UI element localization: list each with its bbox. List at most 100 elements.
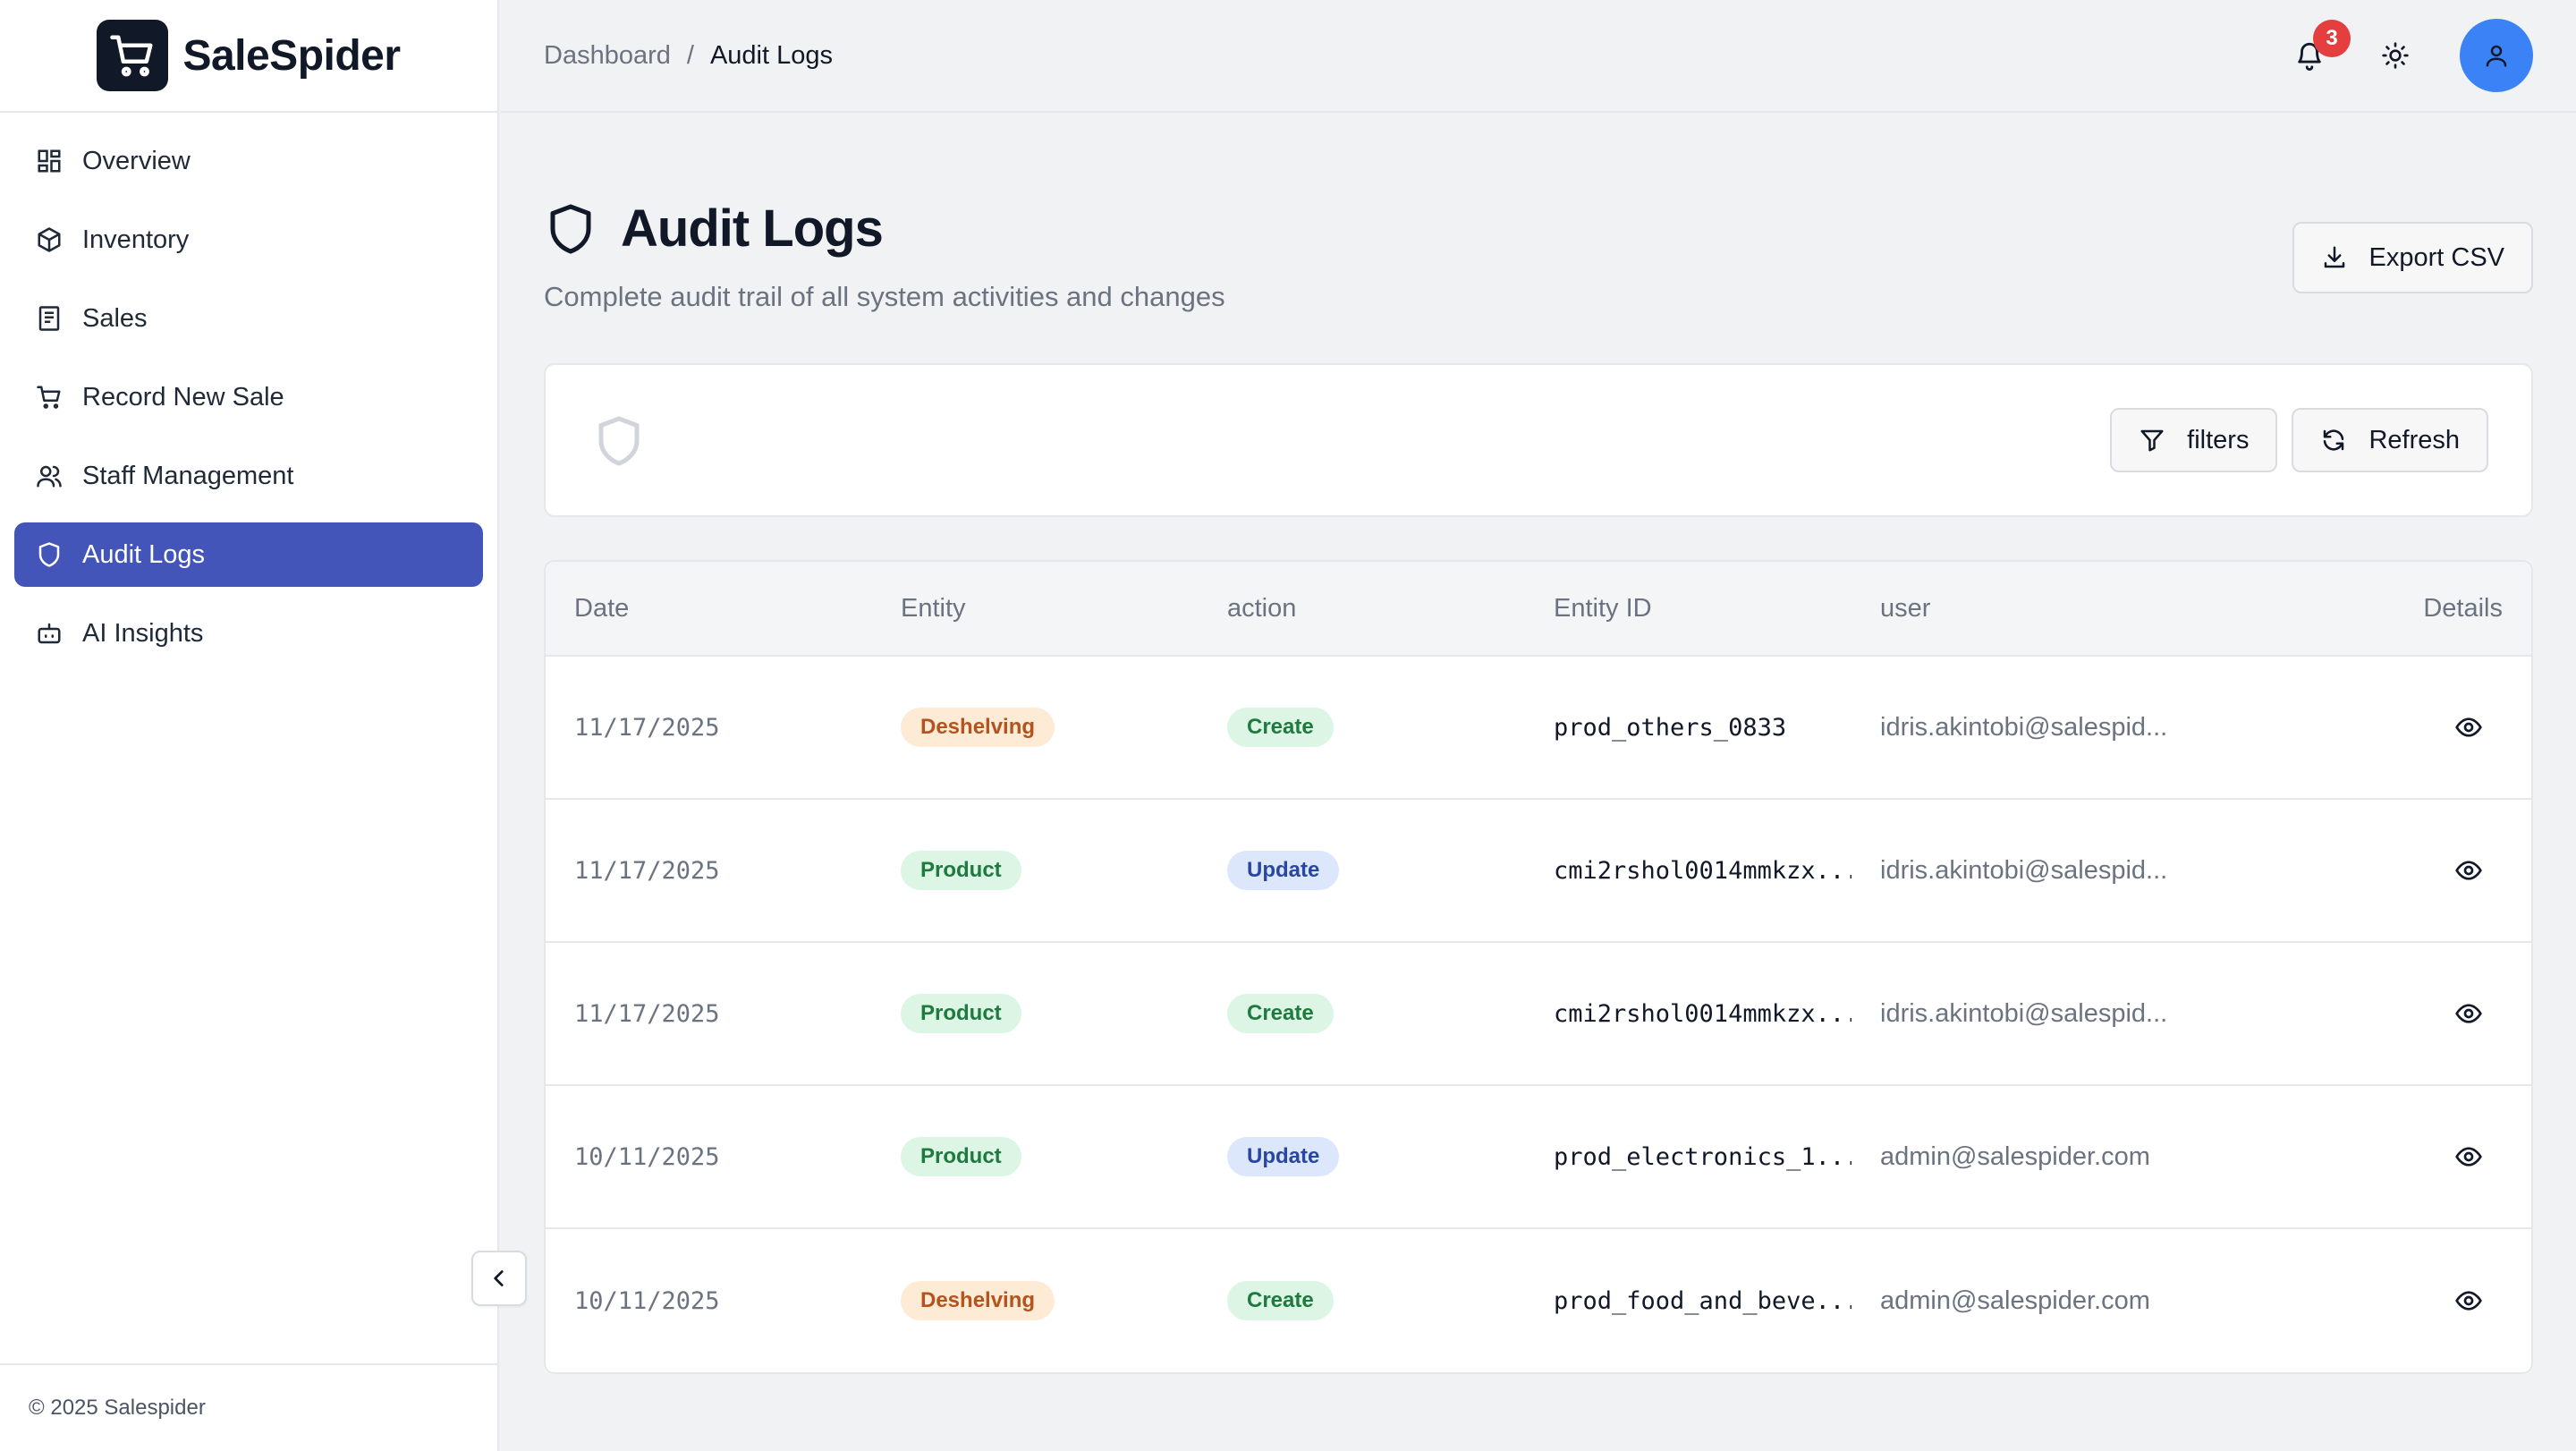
sidebar-item-sales[interactable]: Sales bbox=[14, 286, 483, 351]
cell-user: idris.akintobi@salespid... bbox=[1880, 998, 2168, 1028]
filter-icon bbox=[2140, 429, 2164, 452]
shield-icon bbox=[550, 204, 591, 253]
sidebar-item-label: Record New Sale bbox=[82, 382, 284, 412]
cell-date: 10/11/2025 bbox=[574, 1142, 720, 1171]
cart-icon bbox=[37, 386, 61, 409]
avatar[interactable] bbox=[2460, 19, 2533, 92]
cell-user: admin@salespider.com bbox=[1880, 1141, 2150, 1171]
eye-icon[interactable] bbox=[2454, 999, 2483, 1028]
sidebar-item-audit-logs[interactable]: Audit Logs bbox=[14, 522, 483, 587]
main-content: Audit Logs Complete audit trail of all s… bbox=[544, 113, 2533, 1374]
cell-user: idris.akintobi@salespid... bbox=[1880, 712, 2168, 742]
table-row[interactable]: 11/17/2025 Product Create cmi2rshol0014m… bbox=[546, 943, 2531, 1086]
receipt-icon bbox=[38, 306, 60, 331]
entity-badge: Deshelving bbox=[901, 1281, 1055, 1320]
action-badge: Create bbox=[1227, 994, 1334, 1033]
sidebar-footer: © 2025 Salespider bbox=[0, 1363, 497, 1451]
export-csv-label: Export CSV bbox=[2368, 242, 2505, 272]
shield-icon bbox=[38, 542, 60, 567]
brand[interactable]: SaleSpider bbox=[0, 0, 497, 113]
cell-entity-id: prod_food_and_beve... bbox=[1554, 1286, 1852, 1315]
sidebar-item-label: AI Insights bbox=[82, 618, 204, 648]
column-header-entity-id[interactable]: Entity ID bbox=[1525, 594, 1852, 624]
grid-icon bbox=[38, 149, 61, 173]
cell-date: 11/17/2025 bbox=[574, 999, 720, 1028]
cell-entity-id: prod_electronics_1... bbox=[1554, 1142, 1852, 1171]
column-header-date[interactable]: Date bbox=[546, 594, 872, 624]
entity-badge: Product bbox=[901, 1137, 1021, 1176]
sidebar-item-label: Overview bbox=[82, 146, 191, 175]
entity-badge: Product bbox=[901, 851, 1021, 890]
table-row[interactable]: 11/17/2025 Product Update cmi2rshol0014m… bbox=[546, 800, 2531, 943]
filters-label: filters bbox=[2187, 425, 2250, 454]
cell-entity-id: cmi2rshol0014mmkzx... bbox=[1554, 999, 1852, 1028]
download-icon bbox=[2324, 246, 2344, 268]
filters-button[interactable]: filters bbox=[2110, 408, 2278, 472]
action-badge: Create bbox=[1227, 708, 1334, 747]
breadcrumb-dashboard[interactable]: Dashboard bbox=[544, 41, 671, 71]
sun-icon bbox=[2382, 42, 2409, 69]
action-badge: Update bbox=[1227, 851, 1340, 890]
table-row[interactable]: 10/11/2025 Deshelving Create prod_food_a… bbox=[546, 1229, 2531, 1372]
eye-icon[interactable] bbox=[2454, 856, 2483, 885]
cell-entity-id: cmi2rshol0014mmkzx... bbox=[1554, 856, 1852, 885]
refresh-icon bbox=[2324, 429, 2344, 451]
sidebar-item-label: Staff Management bbox=[82, 461, 294, 490]
column-header-action[interactable]: action bbox=[1199, 594, 1525, 624]
filter-actions: filters Refresh bbox=[2110, 408, 2488, 472]
refresh-button[interactable]: Refresh bbox=[2292, 408, 2488, 472]
cell-user: admin@salespider.com bbox=[1880, 1286, 2150, 1315]
cell-date: 10/11/2025 bbox=[574, 1286, 720, 1315]
notifications-button[interactable]: 3 bbox=[2288, 20, 2351, 77]
sidebar-item-staff-management[interactable]: Staff Management bbox=[14, 444, 483, 508]
audit-logs-table: Date Entity action Entity ID user Detail… bbox=[544, 560, 2533, 1374]
shield-icon bbox=[598, 416, 640, 466]
cell-date: 11/17/2025 bbox=[574, 856, 720, 885]
export-csv-button[interactable]: Export CSV bbox=[2292, 222, 2533, 293]
page-title: Audit Logs bbox=[544, 199, 884, 259]
entity-badge: Deshelving bbox=[901, 708, 1055, 747]
page-header: Audit Logs Complete audit trail of all s… bbox=[544, 113, 2533, 363]
page-subtitle: Complete audit trail of all system activ… bbox=[544, 281, 1225, 312]
sidebar-item-ai-insights[interactable]: AI Insights bbox=[14, 601, 483, 666]
sidebar-item-record-new-sale[interactable]: Record New Sale bbox=[14, 365, 483, 429]
page-title-text: Audit Logs bbox=[621, 199, 884, 258]
chevron-left-icon bbox=[494, 1270, 504, 1286]
eye-icon[interactable] bbox=[2454, 1142, 2483, 1171]
action-badge: Create bbox=[1227, 1281, 1334, 1320]
refresh-label: Refresh bbox=[2368, 425, 2460, 454]
cell-entity-id: prod_others_0833 bbox=[1554, 713, 1787, 742]
breadcrumb-separator: / bbox=[686, 40, 694, 70]
cell-date: 11/17/2025 bbox=[574, 713, 720, 742]
top-actions: 3 bbox=[2288, 19, 2533, 92]
column-header-user[interactable]: user bbox=[1852, 594, 2334, 624]
theme-toggle-button[interactable] bbox=[2374, 34, 2417, 77]
sidebar-item-inventory[interactable]: Inventory bbox=[14, 208, 483, 272]
breadcrumb-current: Audit Logs bbox=[709, 40, 833, 70]
notification-badge: 3 bbox=[2313, 20, 2351, 57]
box-icon bbox=[38, 227, 61, 252]
table-row[interactable]: 10/11/2025 Product Update prod_electroni… bbox=[546, 1086, 2531, 1229]
user-icon bbox=[2486, 45, 2507, 67]
brand-name: SaleSpider bbox=[182, 31, 401, 80]
sidebar-item-label: Sales bbox=[82, 303, 148, 333]
cart-logo-icon bbox=[97, 20, 169, 91]
breadcrumb: Dashboard / Audit Logs bbox=[544, 41, 833, 71]
collapse-sidebar-button[interactable] bbox=[471, 1251, 527, 1306]
entity-badge: Product bbox=[901, 994, 1021, 1033]
bot-icon bbox=[38, 623, 61, 644]
eye-icon[interactable] bbox=[2454, 1286, 2483, 1315]
column-header-details: Details bbox=[2423, 593, 2503, 623]
sidebar: SaleSpider Overview Inventory Sales Reco… bbox=[0, 0, 499, 1451]
column-header-entity[interactable]: Entity bbox=[872, 594, 1199, 624]
table-row[interactable]: 11/17/2025 Deshelving Create prod_others… bbox=[546, 657, 2531, 800]
sidebar-item-overview[interactable]: Overview bbox=[14, 129, 483, 193]
action-badge: Update bbox=[1227, 1137, 1340, 1176]
cell-user: idris.akintobi@salespid... bbox=[1880, 855, 2168, 885]
sidebar-item-label: Inventory bbox=[82, 225, 190, 254]
table-header: Date Entity action Entity ID user Detail… bbox=[546, 562, 2531, 657]
sidebar-nav: Overview Inventory Sales Record New Sale… bbox=[0, 113, 497, 696]
users-icon bbox=[37, 465, 62, 488]
sidebar-item-label: Audit Logs bbox=[82, 539, 206, 569]
eye-icon[interactable] bbox=[2454, 713, 2483, 742]
